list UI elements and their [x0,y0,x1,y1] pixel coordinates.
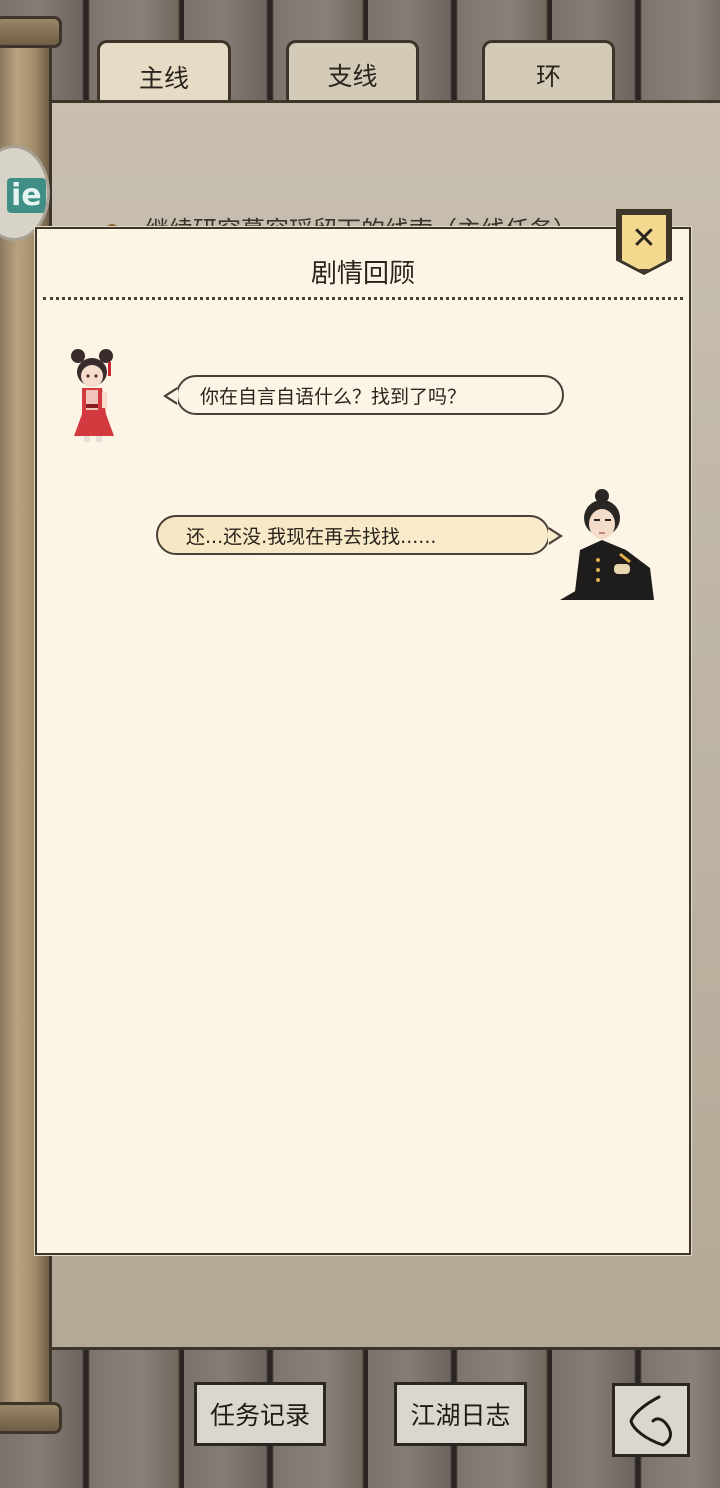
dialog-title: 剧情回顾 [310,259,415,289]
title-divider [43,297,683,300]
quest-record-button[interactable]: 任务记录 [194,1382,326,1446]
close-icon: ✕ [631,221,657,256]
back-arrow-icon [629,1395,672,1447]
speech-bubble-left: 你在自言自语什么？找到了吗？ [163,375,564,415]
jianghu-journal-button[interactable]: 江湖日志 [394,1382,527,1446]
tab-ring-quest[interactable]: 环 [482,40,615,106]
tab-side-label: 支线 [327,61,378,91]
tab-ring-label: 环 [535,61,561,91]
message-text: 你在自言自语什么？找到了吗？ [200,385,467,408]
tab-main-label: 主线 [138,63,189,93]
back-button[interactable] [612,1383,690,1457]
jianghu-journal-label: 江湖日志 [410,1401,511,1430]
girl-character-avatar [64,344,124,444]
tab-side-quest[interactable]: 支线 [286,40,419,106]
quest-record-label: 任务记录 [209,1401,310,1430]
side-badge-icon: ie [7,178,46,213]
boy-character-avatar [560,488,656,600]
speech-bubble-right: 还...还没.我现在再去找找...... [156,515,563,555]
message-text: 还...还没.我现在再去找找...... [186,525,437,548]
